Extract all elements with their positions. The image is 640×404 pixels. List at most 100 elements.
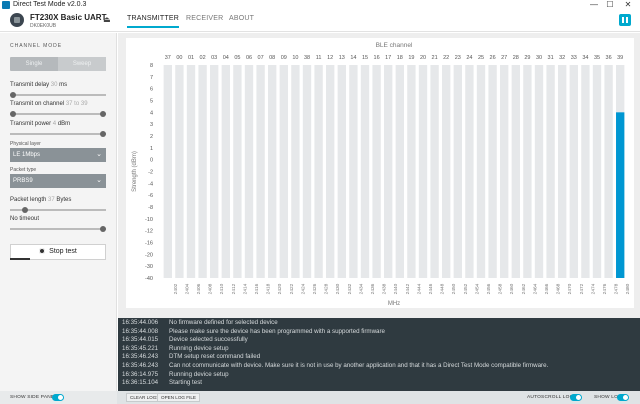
channel-bar-background [302,65,312,278]
frequency-tick-label: 2460 [509,283,515,294]
y-tick-label: -30 [145,264,153,270]
open-log-file-button[interactable]: OPEN LOG FILE [157,393,200,402]
y-tick-label: 0 [150,158,153,164]
frequency-tick-label: 2432 [347,283,353,294]
phy-select[interactable]: LE 1Mbps ⌄ [10,148,106,162]
channel-bar-background [221,65,230,278]
tx-power-value[interactable]: 4 [53,121,56,127]
tab-receiver[interactable]: RECEIVER [186,15,223,22]
show-side-panel-toggle[interactable] [52,394,64,401]
device-serial: DK0EK0UB [30,23,57,29]
log-entry: 16:36:14.975 Running device setup [118,371,640,379]
tab-about[interactable]: ABOUT [229,15,254,22]
channel-mode-toggle[interactable]: Single Sweep [10,57,106,71]
frequency-tick-label: 2424 [300,283,306,294]
frequency-tick-label: 2418 [266,283,272,294]
frequency-tick-label: 2434 [358,283,364,294]
tx-delay-slider[interactable] [10,92,106,98]
channel-bar-background [418,65,428,278]
window-titlebar: Direct Test Mode v2.0.3 — ☐ ✕ [0,0,640,10]
tx-power-slider[interactable] [10,131,106,137]
timeout-slider[interactable] [10,226,106,232]
y-tick-label: -6 [148,193,153,199]
chevron-down-icon: ⌄ [96,151,102,158]
channel-tick-label: 29 [524,55,530,61]
frequency-tick-label: 2464 [532,283,538,294]
tx-channel-slider-start[interactable] [10,111,16,117]
y-tick-label: -12 [145,229,153,235]
packet-length-slider[interactable] [10,207,106,213]
tx-channel-slider[interactable] [10,111,106,117]
channel-tick-label: 10 [292,55,298,61]
frequency-tick-label: 2470 [567,283,573,294]
device-chip-icon[interactable] [10,13,24,27]
tab-transmitter[interactable]: TRANSMITTER [127,15,179,28]
device-name[interactable]: FT230X Basic UART [30,13,106,22]
y-tick-label: 3 [150,122,153,128]
autoscroll-logs-toggle[interactable] [570,394,582,401]
channel-tick-label: 30 [536,55,542,61]
tx-delay-slider-handle[interactable] [10,92,16,98]
stop-test-label: Stop test [49,248,77,255]
log-entry: 16:36:15.104 Starting test [118,379,640,387]
mode-single-button[interactable]: Single [10,57,58,71]
y-tick-label: -8 [148,205,153,211]
channel-bar-background [523,65,532,278]
channel-tick-label: 39 [617,55,623,61]
packet-type-select[interactable]: PRBS9 ⌄ [10,174,106,188]
channel-bar-background [581,65,590,278]
tx-power-unit: dBm [57,121,71,127]
packet-type-value: PRBS9 [13,178,33,184]
y-tick-label: 7 [150,75,153,81]
frequency-tick-label: 2440 [393,283,399,294]
timeout-slider-handle[interactable] [100,226,106,232]
log-entry: 16:35:46.243 Can not communicate with dev… [118,362,640,370]
packet-length-slider-handle[interactable] [22,207,28,213]
frequency-tick-label: 2444 [416,283,422,294]
minimize-button[interactable]: — [586,0,602,10]
frequency-tick-label: 2416 [254,283,260,294]
nordic-logo-icon [619,14,631,26]
tx-channel-to[interactable]: 39 [81,101,88,107]
channel-tick-label: 22 [443,55,449,61]
mode-sweep-button[interactable]: Sweep [58,57,106,71]
channel-tick-label: 32 [559,55,565,61]
frequency-tick-label: 2452 [463,283,469,294]
tx-channel-slider-end[interactable] [100,111,106,117]
channel-mode-title: CHANNEL MODE [10,43,63,49]
y-tick-label: 1 [150,146,153,152]
tx-delay-value[interactable]: 30 [51,82,58,88]
tx-channel-text: Transmit on channel [10,101,65,107]
show-log-toggle[interactable] [617,394,629,401]
y-tick-label: 5 [150,99,153,105]
channel-tick-label: 31 [548,55,554,61]
frequency-tick-label: 2458 [498,283,504,294]
channel-tick-label: 05 [234,55,240,61]
log-message: Running device setup [169,344,229,352]
frequency-tick-label: 2410 [219,283,225,294]
tx-channel-from[interactable]: 37 [66,101,73,107]
timeout-label: No timeout [10,216,40,222]
eject-icon[interactable]: ⏏ [103,15,111,24]
channel-tick-label: 00 [176,55,182,61]
tx-delay-text: Transmit delay [10,82,50,88]
y-tick-label: 4 [150,110,153,116]
log-entry: 16:35:44.015 Device selected successfully [118,336,640,344]
channel-tick-label: 12 [327,55,333,61]
log-timestamp: 16:35:44.006 [122,319,159,326]
channel-bar-background [233,65,242,278]
maximize-button[interactable]: ☐ [602,0,618,10]
channel-tick-label: 37 [165,55,171,61]
channel-bar-background [279,65,288,278]
channel-bar-background [186,65,196,278]
channel-tick-label: 35 [594,55,600,61]
frequency-tick-label: 2412 [231,283,237,294]
tx-power-slider-handle[interactable] [100,131,106,137]
log-message: DTM setup reset command failed [169,353,261,361]
packet-length-value[interactable]: 37 [48,197,55,203]
y-tick-label: -20 [145,252,153,258]
y-axis-label: Strength (dBm) [132,151,138,192]
frequency-tick-label: 2404 [184,283,190,294]
close-button[interactable]: ✕ [620,0,636,10]
channel-bar-background [395,65,404,278]
